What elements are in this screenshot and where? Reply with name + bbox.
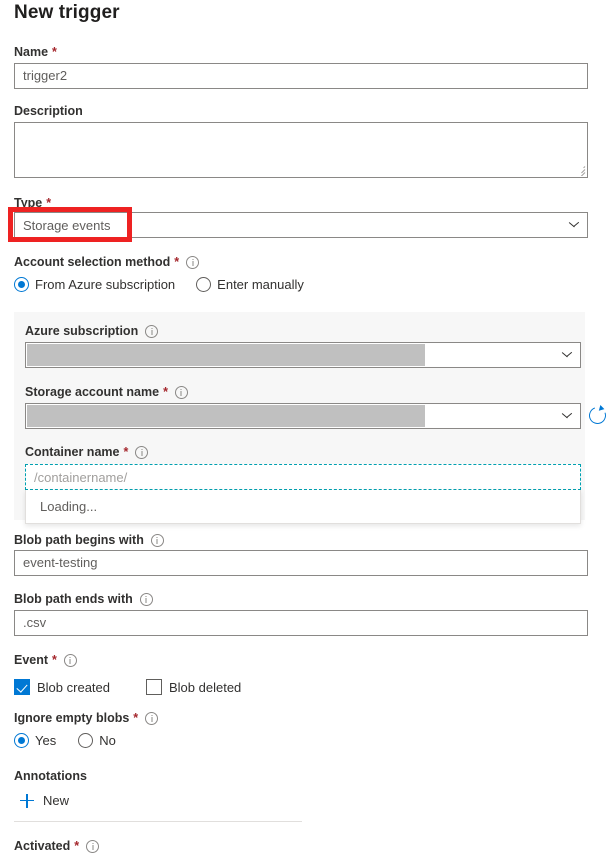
activated-label: Activated * (14, 838, 99, 854)
azure-subscription-label-text: Azure subscription (25, 323, 138, 339)
info-icon[interactable] (135, 446, 148, 459)
event-label: Event * (14, 652, 77, 668)
storage-account-name-label-text: Storage account name (25, 384, 159, 400)
event-label-text: Event (14, 652, 48, 668)
blob-path-begins-with-input[interactable]: event-testing (14, 550, 588, 576)
info-icon[interactable] (151, 534, 164, 547)
blob-path-begins-with-value: event-testing (23, 551, 97, 575)
dropdown-loading-item: Loading... (40, 499, 97, 514)
info-icon[interactable] (140, 593, 153, 606)
event-checkbox-group: Blob created Blob deleted (14, 679, 241, 695)
radio-enter-manually[interactable]: Enter manually (196, 277, 304, 292)
description-label: Description (14, 103, 83, 119)
radio-ignore-empty-blobs-yes[interactable]: Yes (14, 733, 56, 748)
name-label-text: Name (14, 44, 48, 60)
ignore-empty-blobs-label-text: Ignore empty blobs (14, 710, 129, 726)
activated-required-asterisk: * (74, 838, 79, 854)
blob-path-begins-with-label: Blob path begins with (14, 532, 164, 548)
radio-enter-manually-label: Enter manually (217, 277, 304, 292)
container-name-required-asterisk: * (123, 444, 128, 460)
blob-path-begins-with-label-text: Blob path begins with (14, 532, 144, 548)
ignore-empty-blobs-label: Ignore empty blobs * (14, 710, 158, 726)
checkbox-box-icon (14, 679, 30, 695)
azure-subscription-label: Azure subscription (25, 323, 158, 339)
chevron-down-icon (562, 413, 571, 419)
radio-dot-icon (14, 277, 29, 292)
chevron-down-icon (562, 352, 571, 358)
ignore-empty-blobs-radio-group: Yes No (14, 733, 116, 748)
storage-account-name-label: Storage account name * (25, 384, 188, 400)
name-label: Name * (14, 44, 57, 60)
radio-dot-icon (78, 733, 93, 748)
name-input[interactable]: trigger2 (14, 63, 588, 89)
radio-no-label: No (99, 733, 116, 748)
storage-account-name-required-asterisk: * (163, 384, 168, 400)
radio-from-azure-subscription[interactable]: From Azure subscription (14, 277, 175, 292)
type-label: Type * (14, 195, 51, 211)
description-textarea[interactable] (14, 122, 588, 178)
type-required-asterisk: * (46, 195, 51, 211)
container-name-combobox[interactable]: /containername/ (25, 464, 581, 490)
info-icon[interactable] (175, 386, 188, 399)
radio-yes-label: Yes (35, 733, 56, 748)
refresh-icon[interactable] (589, 407, 606, 424)
container-name-label: Container name * (25, 444, 148, 460)
type-dropdown-value: Storage events (23, 218, 110, 233)
azure-subscription-dropdown[interactable] (25, 342, 581, 368)
account-selection-method-label: Account selection method * (14, 254, 199, 270)
event-required-asterisk: * (52, 652, 57, 668)
info-icon[interactable] (186, 256, 199, 269)
checkbox-box-icon (146, 679, 162, 695)
annotations-label-text: Annotations (14, 768, 87, 784)
account-selection-method-required-asterisk: * (174, 254, 179, 270)
checkbox-blob-deleted[interactable]: Blob deleted (146, 679, 241, 695)
info-icon[interactable] (145, 712, 158, 725)
account-selection-method-label-text: Account selection method (14, 254, 170, 270)
container-name-dropdown-menu: Loading... (25, 490, 581, 524)
description-label-text: Description (14, 103, 83, 119)
radio-from-azure-subscription-label: From Azure subscription (35, 277, 175, 292)
storage-account-name-dropdown[interactable] (25, 403, 581, 429)
annotations-label: Annotations (14, 768, 87, 784)
chevron-down-icon (569, 222, 578, 228)
add-annotation-label: New (43, 793, 69, 808)
plus-icon (20, 794, 34, 808)
add-annotation-button[interactable]: New (20, 793, 69, 808)
info-icon[interactable] (145, 325, 158, 338)
blob-path-ends-with-value: .csv (23, 611, 46, 635)
account-selection-method-radio-group: From Azure subscription Enter manually (14, 277, 304, 292)
activated-label-text: Activated (14, 838, 70, 854)
checkbox-blob-deleted-label: Blob deleted (169, 680, 241, 695)
ignore-empty-blobs-required-asterisk: * (133, 710, 138, 726)
resize-grip-icon[interactable] (574, 164, 586, 176)
blob-path-ends-with-input[interactable]: .csv (14, 610, 588, 636)
radio-dot-icon (196, 277, 211, 292)
checkbox-blob-created[interactable]: Blob created (14, 679, 110, 695)
radio-dot-icon (14, 733, 29, 748)
new-trigger-panel: New trigger Name * trigger2 Description … (0, 0, 608, 861)
blob-path-ends-with-label-text: Blob path ends with (14, 591, 133, 607)
name-required-asterisk: * (52, 44, 57, 60)
redacted-value (27, 344, 425, 366)
redacted-value (27, 405, 425, 427)
radio-ignore-empty-blobs-no[interactable]: No (78, 733, 116, 748)
container-name-placeholder: /containername/ (34, 470, 127, 485)
info-icon[interactable] (86, 840, 99, 853)
blob-path-ends-with-label: Blob path ends with (14, 591, 153, 607)
type-label-text: Type (14, 195, 42, 211)
info-icon[interactable] (64, 654, 77, 667)
section-divider (14, 821, 302, 822)
checkbox-blob-created-label: Blob created (37, 680, 110, 695)
type-dropdown[interactable]: Storage events (14, 212, 588, 238)
container-name-label-text: Container name (25, 444, 119, 460)
name-input-value: trigger2 (23, 64, 67, 88)
page-title: New trigger (14, 2, 120, 24)
